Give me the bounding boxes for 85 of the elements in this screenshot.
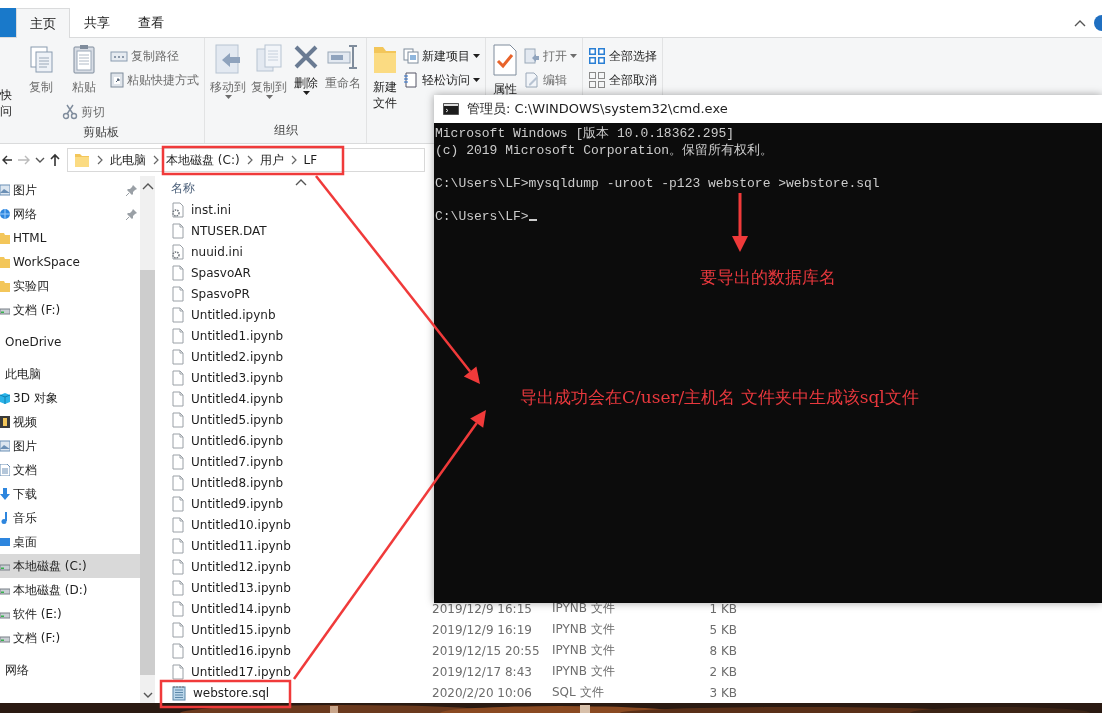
file-type: SQL 文件 bbox=[552, 684, 605, 701]
column-header[interactable]: 名称 bbox=[171, 180, 195, 197]
file-date: 2019/12/9 16:19 bbox=[432, 622, 533, 637]
breadcrumb[interactable]: 本地磁盘 (C:) bbox=[166, 151, 240, 169]
file-name[interactable]: Untitled9.ipynb bbox=[191, 496, 284, 511]
console-line: (c) 2019 Microsoft Corporation。保留所有权利。 bbox=[435, 142, 774, 158]
nav-item[interactable]: 文档 (F:) bbox=[0, 298, 140, 322]
file-name[interactable]: Untitled12.ipynb bbox=[191, 559, 291, 574]
nav-item[interactable]: 3D 对象 bbox=[0, 386, 140, 410]
file-name[interactable]: Untitled4.ipynb bbox=[191, 391, 284, 406]
file-name[interactable]: Untitled3.ipynb bbox=[191, 370, 284, 385]
nav-item[interactable]: 下载 bbox=[0, 482, 140, 506]
file-name[interactable]: Untitled14.ipynb bbox=[191, 601, 291, 616]
nav-item[interactable]: 本地磁盘 (C:) bbox=[0, 554, 140, 578]
file-name[interactable]: Untitled1.ipynb bbox=[191, 328, 284, 343]
console-line: C:\Users\LF>mysqldump -uroot -p123 webstore >webstore.sql bbox=[435, 175, 880, 191]
nav-item[interactable]: OneDrive bbox=[0, 330, 140, 354]
annotation-text: 要导出的数据库名 bbox=[700, 266, 836, 289]
file-name[interactable]: Untitled11.ipynb bbox=[191, 538, 291, 553]
file-size: 2 KB bbox=[708, 664, 737, 679]
file-date: 2019/12/15 20:55 bbox=[432, 643, 541, 658]
nav-item[interactable]: 网络 bbox=[0, 202, 140, 226]
nav-item[interactable]: 本地磁盘 (D:) bbox=[0, 578, 140, 602]
file-type: IPYNB 文件 bbox=[552, 663, 616, 680]
nav-item[interactable]: 桌面 bbox=[0, 530, 140, 554]
file-name[interactable]: Untitled6.ipynb bbox=[191, 433, 284, 448]
file-name[interactable]: inst.ini bbox=[191, 202, 231, 217]
ribbon-tab[interactable]: 主页 bbox=[16, 8, 70, 38]
file-name[interactable]: Untitled17.ipynb bbox=[191, 664, 291, 679]
file-size: 8 KB bbox=[708, 643, 737, 658]
ribbon-button[interactable]: 新建项目 bbox=[401, 45, 482, 67]
file-name[interactable]: Untitled2.ipynb bbox=[191, 349, 284, 364]
nav-item[interactable]: HTML bbox=[0, 226, 140, 250]
file-name[interactable]: Untitled5.ipynb bbox=[191, 412, 284, 427]
file-name[interactable]: SpasvoAR bbox=[191, 265, 251, 280]
nav-item[interactable]: 文档 bbox=[0, 458, 140, 482]
file-name[interactable]: Untitled7.ipynb bbox=[191, 454, 284, 469]
nav-item[interactable]: 视频 bbox=[0, 410, 140, 434]
file-type: IPYNB 文件 bbox=[552, 600, 616, 617]
breadcrumb[interactable]: LF bbox=[303, 153, 318, 167]
breadcrumb[interactable]: 用户 bbox=[259, 151, 284, 169]
nav-item[interactable]: 图片 bbox=[0, 178, 140, 202]
ribbon-button[interactable]: 删除 bbox=[290, 41, 322, 97]
file-name[interactable]: Untitled.ipynb bbox=[191, 307, 276, 322]
file-name[interactable]: Untitled8.ipynb bbox=[191, 475, 284, 490]
file-name[interactable]: Untitled15.ipynb bbox=[191, 622, 291, 637]
file-size: 5 KB bbox=[708, 622, 737, 637]
address-bar[interactable]: 此电脑 本地磁盘 (C:) 用户 LF bbox=[67, 148, 425, 172]
nav-item[interactable]: WorkSpace bbox=[0, 250, 140, 274]
nav-item[interactable]: 此电脑 bbox=[0, 362, 140, 386]
file-name[interactable]: Untitled13.ipynb bbox=[191, 580, 291, 595]
file-type: IPYNB 文件 bbox=[552, 621, 616, 638]
group-label: 剪贴板 bbox=[81, 124, 120, 141]
console-line: C:\Users\LF> bbox=[435, 208, 529, 224]
nav-item[interactable]: 实验四 bbox=[0, 274, 140, 298]
file-date: 2020/2/20 10:06 bbox=[432, 685, 533, 700]
file-name[interactable]: NTUSER.DAT bbox=[191, 223, 267, 238]
file-name[interactable]: Untitled10.ipynb bbox=[191, 517, 291, 532]
ribbon-tab[interactable]: 共享 bbox=[70, 8, 124, 37]
window-title: 管理员: C:\WINDOWS\system32\cmd.exe bbox=[467, 100, 728, 118]
ribbon-button[interactable]: 全部取消 bbox=[586, 69, 659, 91]
file-type: IPYNB 文件 bbox=[552, 642, 616, 659]
ribbon-button[interactable]: 属性 bbox=[489, 41, 521, 99]
breadcrumb[interactable]: 此电脑 bbox=[110, 151, 146, 169]
console-line: Microsoft Windows [版本 10.0.18362.295] bbox=[435, 126, 735, 141]
file-size: 1 KB bbox=[708, 601, 737, 616]
file-name[interactable]: SpasvoPR bbox=[191, 286, 250, 301]
nav-item[interactable]: 图片 bbox=[0, 434, 140, 458]
file-name[interactable]: webstore.sql bbox=[193, 685, 270, 700]
ribbon-button[interactable]: 新建 文件 bbox=[370, 41, 400, 113]
ribbon-button[interactable]: 全部选择 bbox=[586, 45, 659, 67]
ribbon-button[interactable]: 快 问 bbox=[0, 41, 22, 121]
nav-item[interactable]: 文档 (F:) bbox=[0, 626, 140, 650]
file-name[interactable]: nuuid.ini bbox=[191, 244, 243, 259]
nav-item[interactable]: 网络 bbox=[0, 658, 140, 682]
file-date: 2019/12/9 16:15 bbox=[432, 601, 533, 616]
ribbon-tab[interactable]: 查看 bbox=[124, 8, 178, 37]
file-name[interactable]: Untitled16.ipynb bbox=[191, 643, 291, 658]
ribbon-button[interactable]: 轻松访问 bbox=[401, 69, 482, 91]
group-label: 组织 bbox=[272, 122, 299, 139]
file-date: 2019/12/17 8:43 bbox=[432, 664, 533, 679]
nav-item[interactable]: 软件 (E:) bbox=[0, 602, 140, 626]
nav-item[interactable]: 音乐 bbox=[0, 506, 140, 530]
file-size: 3 KB bbox=[708, 685, 737, 700]
annotation-text: 导出成功会在C/user/主机名 文件夹中生成该sql文件 bbox=[520, 386, 919, 409]
